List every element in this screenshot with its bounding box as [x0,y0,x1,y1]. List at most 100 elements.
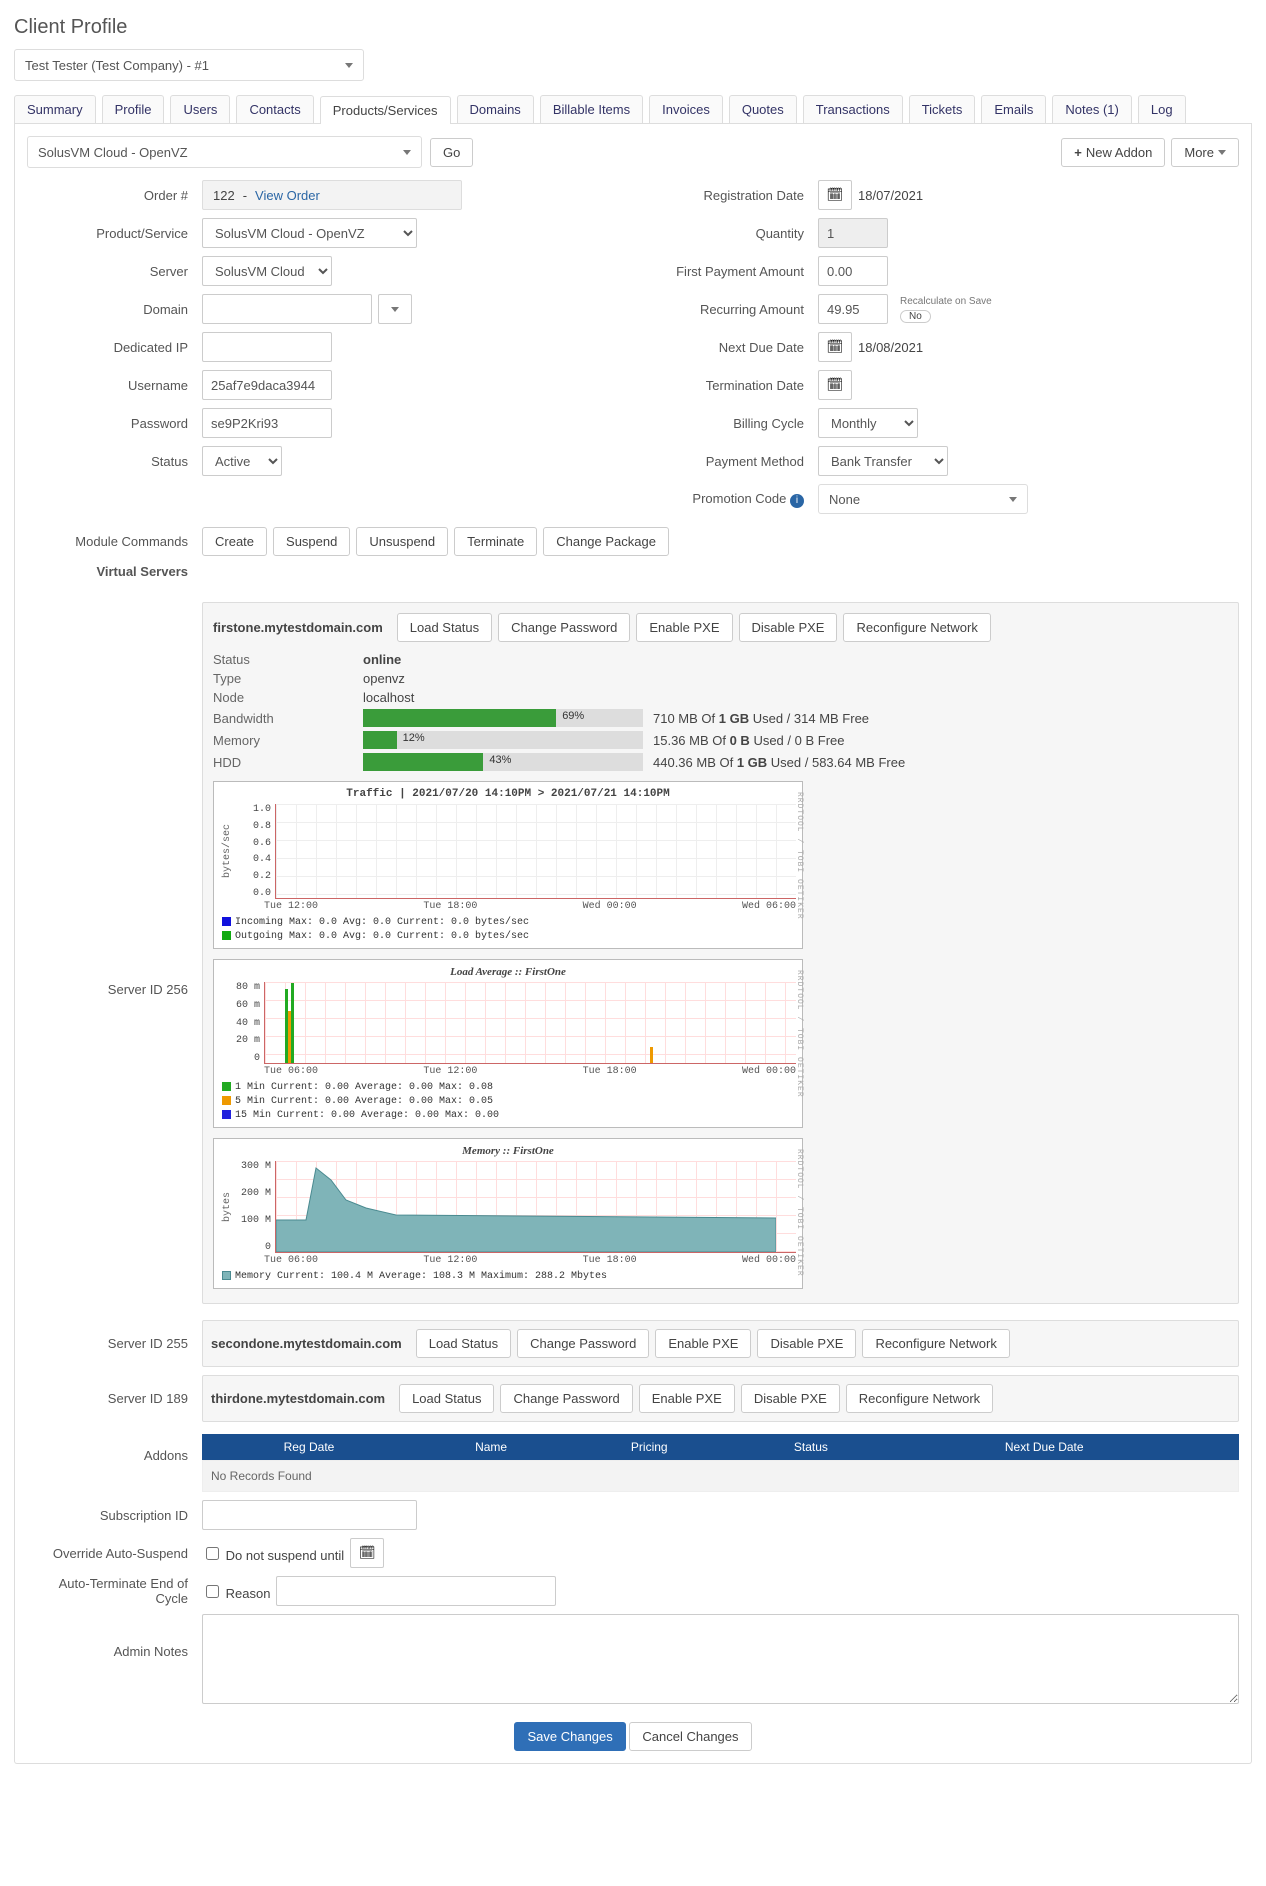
calendar-button[interactable]: 🗓 [818,180,852,210]
order-readonly: 122 - View Order [202,180,462,210]
admin-notes-textarea[interactable] [202,1614,1239,1704]
username-label: Username [27,378,202,393]
save-changes-button[interactable]: Save Changes [514,1722,625,1751]
memory-legend: Memory Current: 100.4 M Average: 108.3 M… [220,1266,796,1284]
vs1-bw-k: Bandwidth [213,711,363,726]
change-password-button[interactable]: Change Password [517,1329,649,1358]
suspend-button[interactable]: Suspend [273,527,350,556]
load-status-button[interactable]: Load Status [397,613,492,642]
enable-pxe-button[interactable]: Enable PXE [636,613,732,642]
tab-domains[interactable]: Domains [457,95,534,123]
calendar-button[interactable]: 🗓 [818,370,852,400]
tab-contacts[interactable]: Contacts [236,95,313,123]
promo-select[interactable]: None [818,484,1028,514]
promo-label: Promotion Code i [643,491,818,508]
vs1-mem-bar: 12% [363,731,643,749]
load-graph-title: Load Average :: FirstOne [220,966,796,978]
tab-summary[interactable]: Summary [14,95,96,123]
username-input[interactable] [202,370,332,400]
tab-notes-1-[interactable]: Notes (1) [1052,95,1131,123]
billing-cycle-label: Billing Cycle [643,416,818,431]
tab-tickets[interactable]: Tickets [909,95,976,123]
reason-input[interactable] [276,1576,556,1606]
chevron-down-icon [1218,150,1226,155]
tab-bar: SummaryProfileUsersContactsProducts/Serv… [14,95,1252,124]
terminate-button[interactable]: Terminate [454,527,537,556]
virtual-server-block-1: firstone.mytestdomain.com Load StatusCha… [202,602,1239,1304]
unsuspend-button[interactable]: Unsuspend [356,527,448,556]
chevron-down-icon [403,150,411,155]
status-select[interactable]: Active [202,446,282,476]
addons-table: Reg DateNamePricingStatusNext Due Date [202,1434,1239,1460]
reconfigure-network-button[interactable]: Reconfigure Network [843,613,990,642]
reconfigure-network-button[interactable]: Reconfigure Network [846,1384,993,1413]
disable-pxe-button[interactable]: Disable PXE [741,1384,840,1413]
memory-ylabel: bytes [220,1192,235,1222]
domain-label: Domain [27,302,202,317]
order-number: 122 [213,188,235,203]
product-service-select[interactable]: SolusVM Cloud - OpenVZ [202,218,417,248]
enable-pxe-button[interactable]: Enable PXE [639,1384,735,1413]
tab-emails[interactable]: Emails [981,95,1046,123]
create-button[interactable]: Create [202,527,267,556]
quantity-label: Quantity [643,226,818,241]
virtual-server-block-3: thirdone.mytestdomain.com Load StatusCha… [202,1375,1239,1422]
calendar-button[interactable]: 🗓 [350,1538,384,1568]
tab-transactions[interactable]: Transactions [803,95,903,123]
load-legend: 1 Min Current: 0.00 Average: 0.00 Max: 0… [220,1077,796,1123]
dedicated-ip-input[interactable] [202,332,332,362]
go-button[interactable]: Go [430,138,473,167]
tab-invoices[interactable]: Invoices [649,95,723,123]
server-id-label-1: Server ID 256 [27,602,202,997]
info-icon[interactable]: i [790,494,804,508]
calendar-button[interactable]: 🗓 [818,332,852,362]
disable-pxe-button[interactable]: Disable PXE [757,1329,856,1358]
change-password-button[interactable]: Change Password [500,1384,632,1413]
recalc-toggle[interactable]: No [900,310,931,323]
load-status-button[interactable]: Load Status [416,1329,511,1358]
view-order-link[interactable]: View Order [255,188,320,203]
chevron-down-icon [1009,497,1017,502]
domain-dropdown-button[interactable] [378,294,412,324]
graph-side-note: RRDTOOL / TOBI OETIKER [795,792,804,920]
tab-billable-items[interactable]: Billable Items [540,95,643,123]
domain-input[interactable] [202,294,372,324]
virtual-server-block-2: secondone.mytestdomain.com Load StatusCh… [202,1320,1239,1367]
password-input[interactable] [202,408,332,438]
change-package-button[interactable]: Change Package [543,527,669,556]
auto-terminate-label: Auto-Terminate End of Cycle [27,1576,202,1606]
addons-col-reg-date: Reg Date [202,1434,416,1460]
first-payment-input[interactable] [818,256,888,286]
subscription-input[interactable] [202,1500,417,1530]
addons-col-name: Name [416,1434,566,1460]
termination-label: Termination Date [643,378,818,393]
tab-products-services[interactable]: Products/Services [320,96,451,124]
memory-graph-title: Memory :: FirstOne [220,1145,796,1157]
reg-date-label: Registration Date [643,188,818,203]
client-selector[interactable]: Test Tester (Test Company) - #1 [14,49,364,81]
reason-checkbox[interactable]: Reason [202,1582,270,1601]
password-label: Password [27,416,202,431]
disable-pxe-button[interactable]: Disable PXE [739,613,838,642]
calendar-icon: 🗓 [827,187,844,203]
reconfigure-network-button[interactable]: Reconfigure Network [862,1329,1009,1358]
tab-profile[interactable]: Profile [102,95,165,123]
new-addon-button[interactable]: + New Addon [1061,138,1165,167]
payment-method-select[interactable]: Bank Transfer [818,446,948,476]
load-status-button[interactable]: Load Status [399,1384,494,1413]
vs1-type-v: openvz [363,671,1228,686]
server-select[interactable]: SolusVM Cloud (1/200) [202,256,332,286]
billing-cycle-select[interactable]: Monthly [818,408,918,438]
change-password-button[interactable]: Change Password [498,613,630,642]
tab-log[interactable]: Log [1138,95,1186,123]
subscription-label: Subscription ID [27,1508,202,1523]
server-id-label-2: Server ID 255 [27,1336,202,1351]
product-dropdown[interactable]: SolusVM Cloud - OpenVZ [27,136,422,168]
recurring-input[interactable] [818,294,888,324]
tab-users[interactable]: Users [170,95,230,123]
tab-quotes[interactable]: Quotes [729,95,797,123]
more-button[interactable]: More [1171,138,1239,167]
enable-pxe-button[interactable]: Enable PXE [655,1329,751,1358]
cancel-changes-button[interactable]: Cancel Changes [629,1722,751,1751]
do-not-suspend-checkbox[interactable]: Do not suspend until [202,1544,344,1563]
